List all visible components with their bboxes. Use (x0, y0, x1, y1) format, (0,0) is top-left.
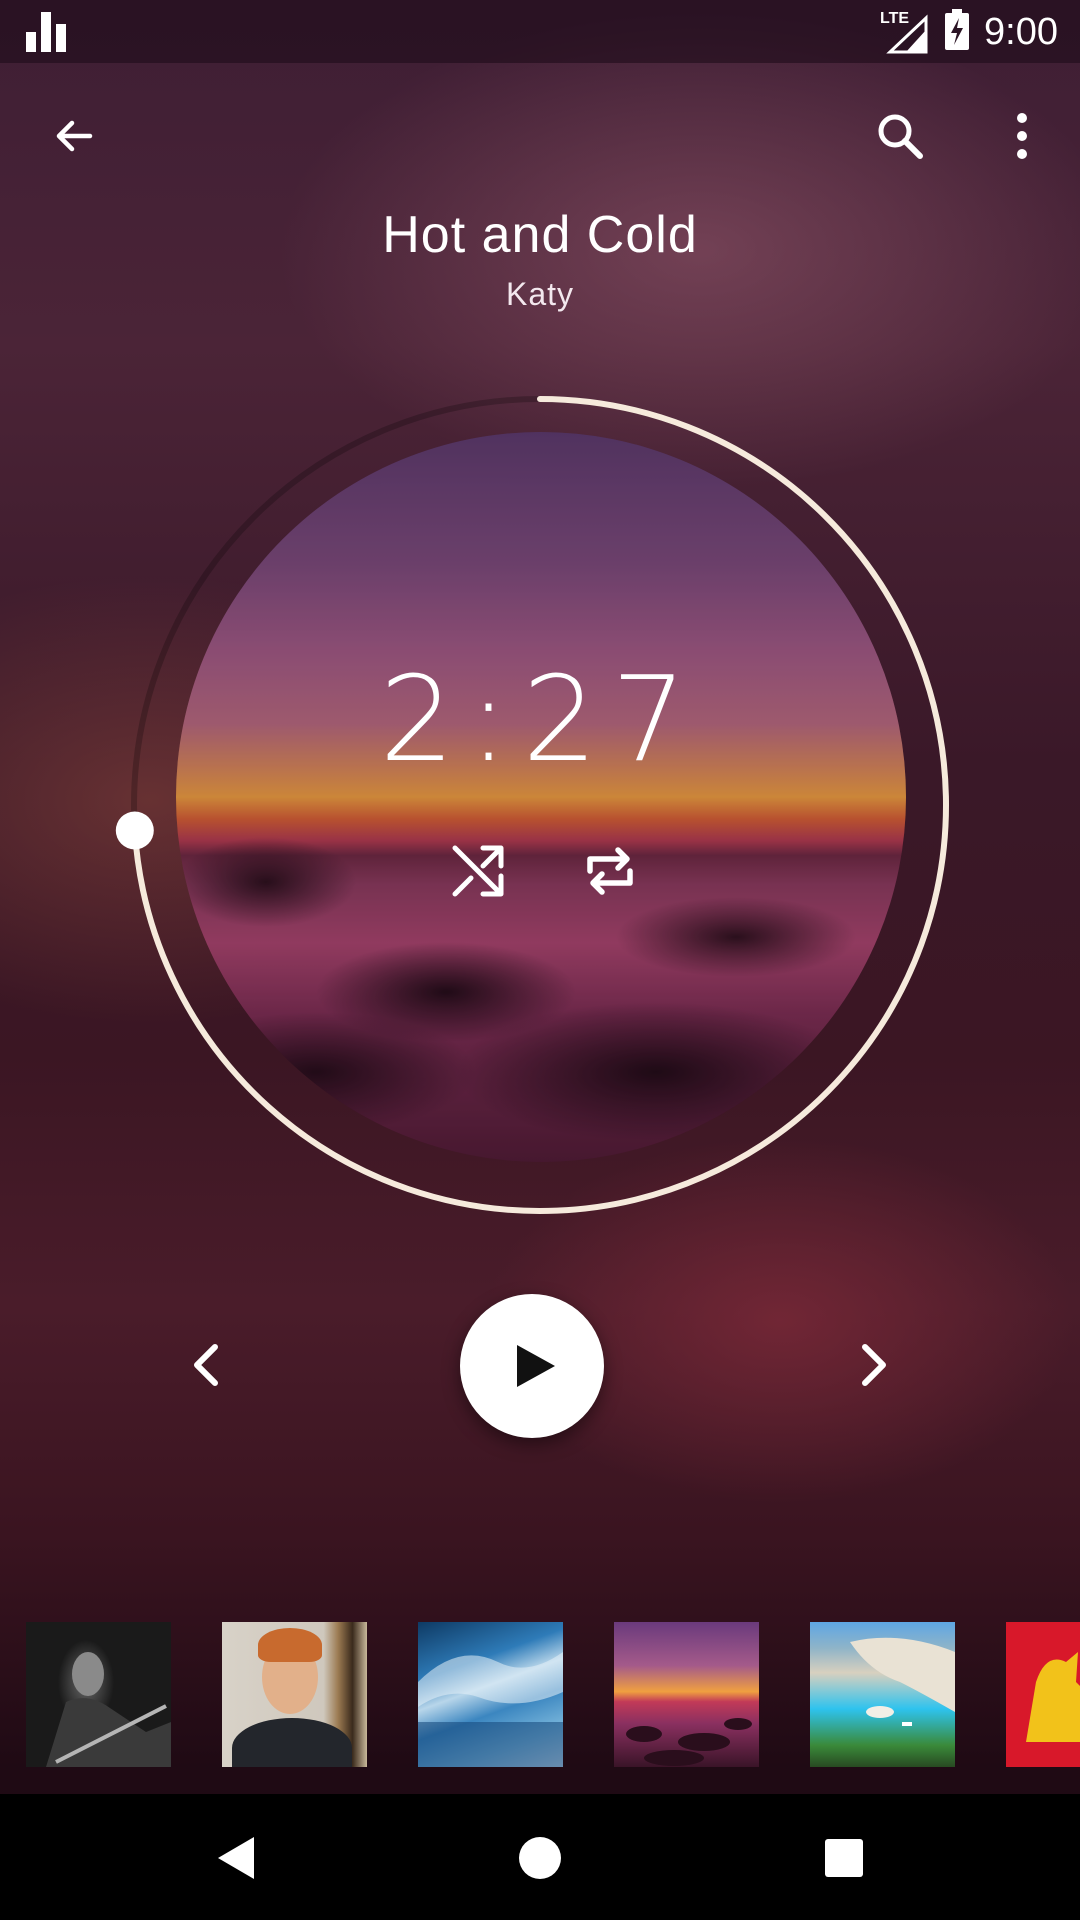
svg-text:×: × (914, 39, 922, 54)
nav-back-button[interactable] (200, 1822, 272, 1894)
thumb-sunset-shore[interactable] (614, 1622, 759, 1767)
battery-charging-icon (944, 9, 970, 55)
more-vert-icon (1017, 113, 1027, 159)
song-title: Hot and Cold (382, 206, 698, 264)
nav-home-button[interactable] (504, 1822, 576, 1894)
back-button[interactable] (38, 100, 110, 172)
previous-icon (194, 1344, 218, 1386)
thumb-bay-cliffs[interactable] (810, 1622, 955, 1767)
play-icon (517, 1345, 555, 1387)
arrow-back-icon (56, 120, 93, 152)
search-icon (878, 114, 923, 159)
next-icon (862, 1344, 886, 1386)
search-button[interactable] (864, 100, 936, 172)
nav-recents-button[interactable] (808, 1822, 880, 1894)
nav-recents-icon (825, 1839, 863, 1877)
signal-icon: LTE × (880, 10, 930, 54)
song-artist: Katy (505, 276, 575, 312)
shuffle-icon (452, 845, 504, 897)
status-bar: LTE × 9:00 (0, 0, 1080, 63)
elapsed-time: 2:27 (379, 650, 701, 788)
nav-home-icon (519, 1837, 561, 1879)
thumb-red-lion[interactable] (1006, 1622, 1080, 1767)
next-button[interactable] (840, 1330, 910, 1400)
nav-back-icon (218, 1837, 254, 1879)
bar-chart-icon (26, 12, 68, 56)
previous-button[interactable] (170, 1330, 240, 1400)
thumb-guitarist-bw[interactable] (26, 1622, 171, 1767)
thumb-redhead-guitar[interactable] (222, 1622, 367, 1767)
album-thumbnail-strip (26, 1622, 1080, 1767)
repeat-icon (587, 847, 633, 895)
shuffle-button[interactable] (443, 836, 513, 906)
thumb-ocean-wave[interactable] (418, 1622, 563, 1767)
play-button[interactable] (460, 1294, 604, 1438)
more-options-button[interactable] (986, 100, 1058, 172)
status-time: 9:00 (984, 10, 1058, 53)
album-artwork (176, 432, 906, 1162)
repeat-button[interactable] (575, 836, 645, 906)
progress-knob[interactable] (115, 811, 154, 850)
